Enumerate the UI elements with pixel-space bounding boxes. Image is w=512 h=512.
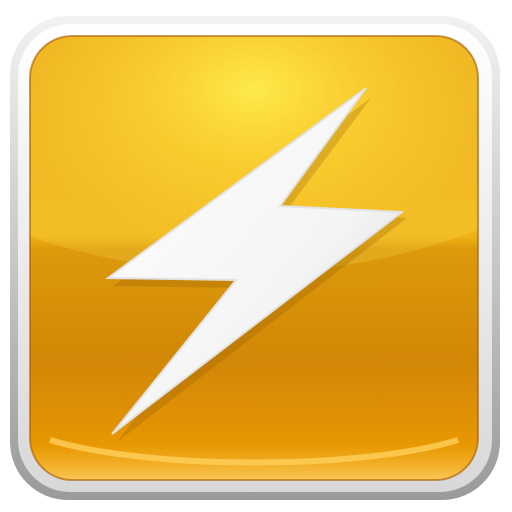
app-icon[interactable] xyxy=(0,0,512,512)
